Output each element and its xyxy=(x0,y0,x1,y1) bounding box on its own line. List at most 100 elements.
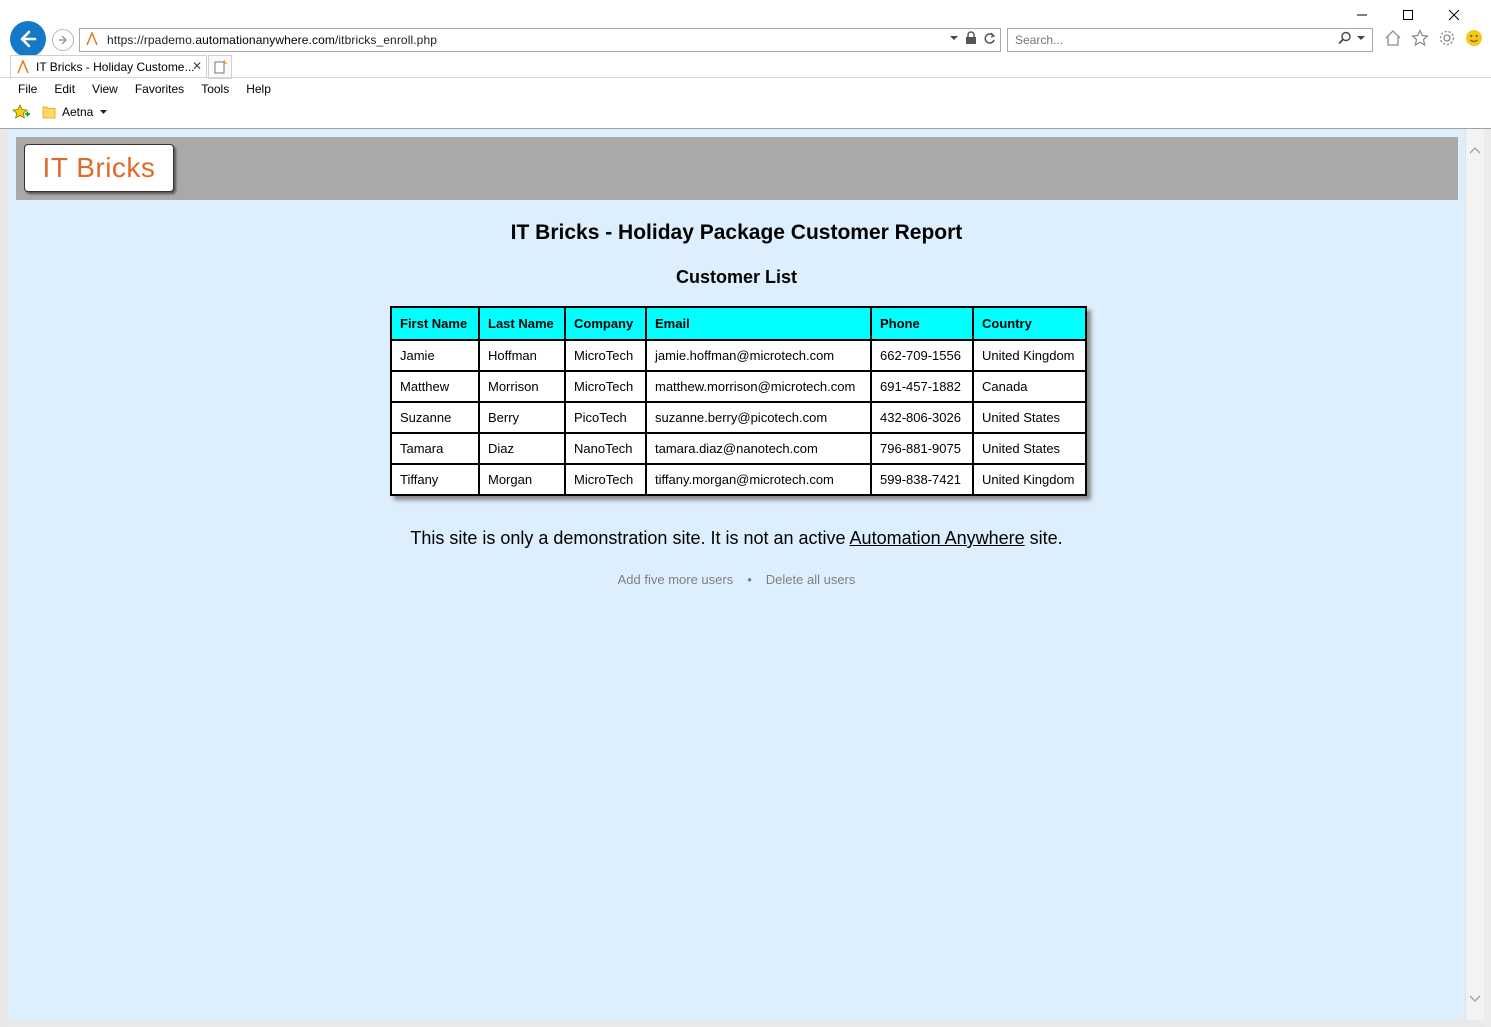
search-dropdown-icon[interactable] xyxy=(1356,33,1366,43)
favorites-bar: Aetna xyxy=(12,104,108,120)
tab-close-icon[interactable]: ✕ xyxy=(192,59,202,73)
cell-last-name: Hoffman xyxy=(478,339,566,372)
cell-email: matthew.morrison@microtech.com xyxy=(645,370,872,403)
cell-phone: 691-457-1882 xyxy=(870,370,974,403)
column-header-phone: Phone xyxy=(870,306,974,341)
menu-view[interactable]: View xyxy=(92,80,126,98)
page-title: IT Bricks - Holiday Package Customer Rep… xyxy=(510,221,963,244)
forward-arrow-icon xyxy=(59,35,67,45)
page-viewport: IT Bricks IT Bricks - Holiday Package Cu… xyxy=(8,129,1465,1020)
section-title: Customer List xyxy=(675,267,798,287)
notice-text-start: This site is only a demonstration site. … xyxy=(410,528,850,548)
cell-last-name: Morrison xyxy=(478,370,566,403)
favorites-folder-aetna[interactable]: Aetna xyxy=(62,105,93,119)
url-text: https://rpademo.automationanywhere.com/i… xyxy=(107,33,437,47)
customer-table: First Name Last Name Company Email Phone… xyxy=(390,306,1087,496)
minimize-icon xyxy=(1357,14,1367,16)
it-bricks-logo[interactable]: IT Bricks xyxy=(24,144,174,192)
address-bar[interactable]: https://rpademo.automationanywhere.com/i… xyxy=(79,28,1001,52)
cell-email: suzanne.berry@picotech.com xyxy=(645,401,872,434)
feedback-button[interactable] xyxy=(1464,28,1484,48)
new-tab-button[interactable] xyxy=(208,55,232,79)
close-window-button[interactable] xyxy=(1431,4,1477,26)
chevron-down-icon[interactable] xyxy=(99,108,108,116)
search-icon[interactable] xyxy=(1338,31,1352,45)
table-header-row: First Name Last Name Company Email Phone… xyxy=(390,306,1087,341)
cell-country: United States xyxy=(972,432,1087,465)
search-box[interactable] xyxy=(1007,28,1373,52)
cell-phone: 599-838-7421 xyxy=(870,463,974,496)
cell-last-name: Morgan xyxy=(478,463,566,496)
cell-first-name: Matthew xyxy=(390,370,480,403)
search-input[interactable] xyxy=(1008,32,1317,48)
table-row: Matthew Morrison MicroTech matthew.morri… xyxy=(390,370,1087,403)
cell-company: NanoTech xyxy=(564,432,647,465)
cell-phone: 662-709-1556 xyxy=(870,339,974,372)
cell-first-name: Tamara xyxy=(390,432,480,465)
add-five-users-link[interactable]: Add five more users xyxy=(618,572,734,587)
cell-email: tamara.diaz@nanotech.com xyxy=(645,432,872,465)
back-button[interactable] xyxy=(10,21,46,57)
menu-file[interactable]: File xyxy=(18,80,45,98)
logo-text: IT Bricks xyxy=(42,152,156,183)
tab-strip-divider xyxy=(0,77,1491,78)
home-icon xyxy=(1385,30,1401,46)
cell-company: MicroTech xyxy=(564,370,647,403)
column-header-email: Email xyxy=(645,306,872,341)
maximize-button[interactable] xyxy=(1385,4,1431,26)
star-icon xyxy=(1411,29,1429,47)
new-tab-icon xyxy=(214,60,227,74)
column-header-company: Company xyxy=(564,306,647,341)
column-header-last-name: Last Name xyxy=(478,306,566,341)
toolbar-icons xyxy=(1383,28,1484,48)
window-controls xyxy=(1339,4,1477,26)
folder-icon xyxy=(42,106,56,119)
cell-company: MicroTech xyxy=(564,339,647,372)
automation-anywhere-link[interactable]: Automation Anywhere xyxy=(850,528,1025,548)
scroll-down-icon[interactable] xyxy=(1469,992,1481,1006)
scroll-up-icon[interactable] xyxy=(1469,143,1481,157)
close-icon xyxy=(1448,9,1460,21)
browser-tab-active[interactable]: IT Bricks - Holiday Custome... ✕ xyxy=(10,55,207,78)
forward-button[interactable] xyxy=(52,29,74,51)
cell-company: PicoTech xyxy=(564,401,647,434)
back-arrow-icon xyxy=(20,30,37,48)
dropdown-arrow-icon[interactable] xyxy=(949,33,959,43)
favorites-button[interactable] xyxy=(1410,28,1430,48)
menu-favorites[interactable]: Favorites xyxy=(135,80,192,98)
menu-tools[interactable]: Tools xyxy=(201,80,237,98)
refresh-icon[interactable] xyxy=(983,32,996,45)
cell-last-name: Berry xyxy=(478,401,566,434)
site-favicon-icon xyxy=(17,60,29,74)
table-row: Tiffany Morgan MicroTech tiffany.morgan@… xyxy=(390,463,1087,496)
lock-icon[interactable] xyxy=(965,31,977,45)
window-bottom-edge xyxy=(8,1020,1483,1027)
column-header-first-name: First Name xyxy=(390,306,480,341)
cell-first-name: Suzanne xyxy=(390,401,480,434)
settings-button[interactable] xyxy=(1437,28,1457,48)
demo-notice: This site is only a demonstration site. … xyxy=(8,528,1465,549)
menu-bar: File Edit View Favorites Tools Help xyxy=(18,80,288,98)
cell-phone: 432-806-3026 xyxy=(870,401,974,434)
header-banner: IT Bricks xyxy=(16,137,1458,200)
action-separator: • xyxy=(747,572,752,587)
column-header-country: Country xyxy=(972,306,1087,341)
cell-phone: 796-881-9075 xyxy=(870,432,974,465)
vertical-scrollbar[interactable] xyxy=(1465,129,1484,1020)
table-row: Suzanne Berry PicoTech suzanne.berry@pic… xyxy=(390,401,1087,434)
menu-edit[interactable]: Edit xyxy=(54,80,83,98)
user-actions: Add five more users • Delete all users xyxy=(8,572,1465,587)
menu-help[interactable]: Help xyxy=(246,80,279,98)
minimize-button[interactable] xyxy=(1339,4,1385,26)
maximize-icon xyxy=(1403,10,1413,20)
smiley-icon xyxy=(1466,30,1482,46)
home-button[interactable] xyxy=(1383,28,1403,48)
site-favicon-icon xyxy=(85,30,101,49)
cell-country: United Kingdom xyxy=(972,463,1087,496)
cell-company: MicroTech xyxy=(564,463,647,496)
add-favorite-star-icon[interactable] xyxy=(12,104,30,120)
delete-all-users-link[interactable]: Delete all users xyxy=(766,572,856,587)
cell-first-name: Jamie xyxy=(390,339,480,372)
cell-last-name: Diaz xyxy=(478,432,566,465)
gear-icon xyxy=(1439,30,1455,46)
